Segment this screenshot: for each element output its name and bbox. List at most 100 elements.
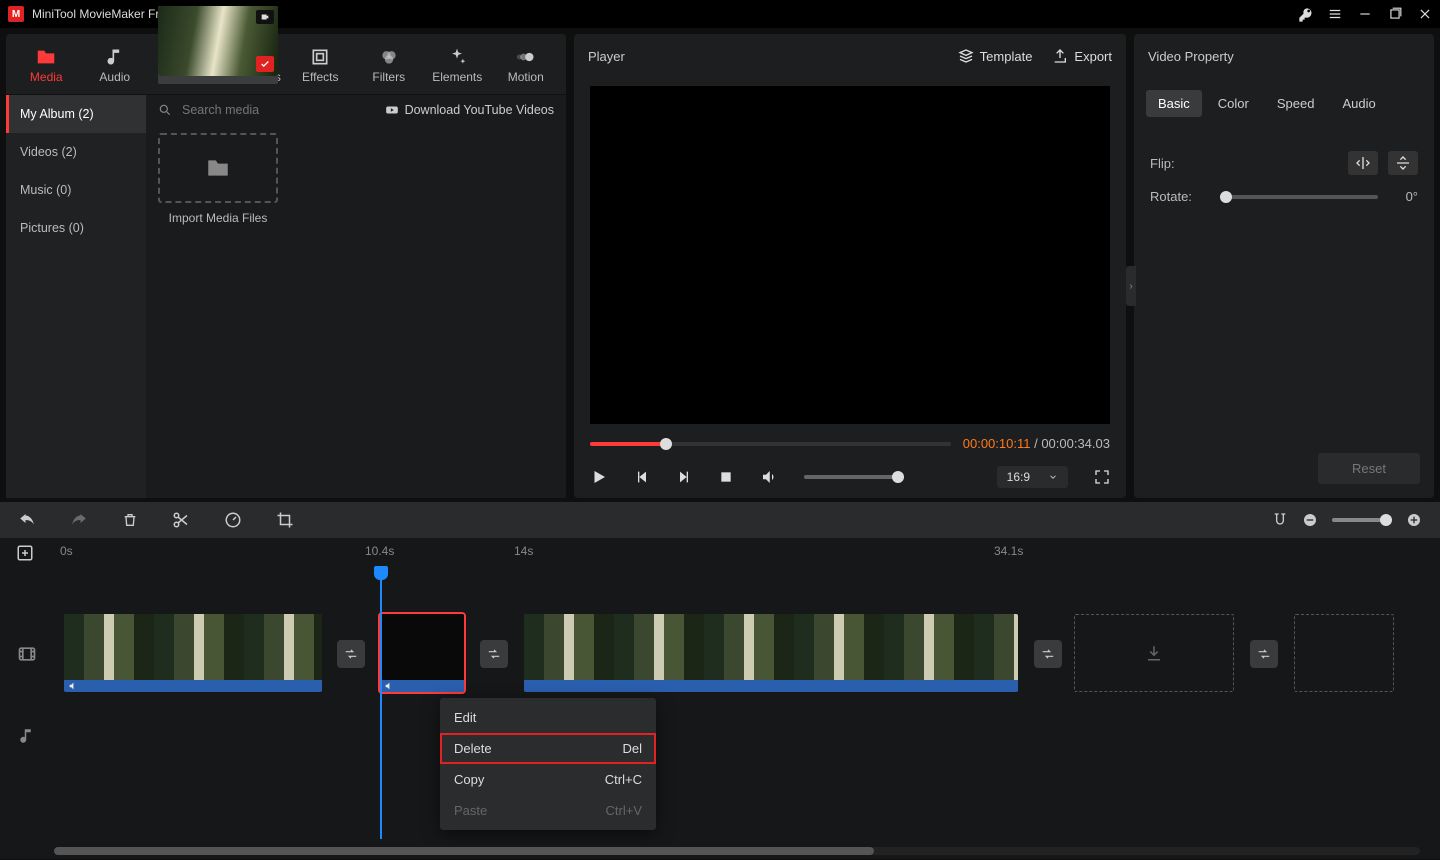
search-input[interactable] xyxy=(182,103,375,117)
time-sep: / xyxy=(1030,436,1041,451)
tab-label: Audio xyxy=(99,70,130,84)
playback-scrubber[interactable] xyxy=(590,442,951,446)
ctx-edit[interactable]: Edit xyxy=(440,702,656,733)
timeline-ruler[interactable]: 0s 10.4s 14s 34.1s xyxy=(0,538,1440,568)
prop-tab-basic[interactable]: Basic xyxy=(1146,90,1202,117)
tab-elements[interactable]: Elements xyxy=(425,40,490,94)
timeline-clip-1[interactable] xyxy=(64,614,322,692)
redo-button[interactable] xyxy=(70,511,88,529)
volume-slider[interactable] xyxy=(804,475,904,479)
tab-label: Media xyxy=(30,70,63,84)
prop-tab-audio[interactable]: Audio xyxy=(1330,90,1387,117)
delete-button[interactable] xyxy=(122,512,138,528)
transition-slot-1[interactable] xyxy=(337,640,365,668)
chevron-down-icon xyxy=(1048,472,1058,482)
rotate-label: Rotate: xyxy=(1150,189,1210,204)
fullscreen-button[interactable] xyxy=(1094,469,1110,485)
video-badge-icon xyxy=(256,10,274,24)
add-track-button[interactable] xyxy=(16,544,34,562)
transition-slot-3[interactable] xyxy=(1034,640,1062,668)
prop-tab-speed[interactable]: Speed xyxy=(1265,90,1327,117)
added-check-icon xyxy=(256,56,274,72)
preview-stage[interactable] xyxy=(590,86,1110,424)
search-icon xyxy=(158,103,172,117)
ruler-tick: 0s xyxy=(60,544,73,558)
tool-tabs: Media Audio Text Transitions Effects Fil… xyxy=(6,34,566,94)
tab-effects[interactable]: Effects xyxy=(288,40,353,94)
media-panel: Media Audio Text Transitions Effects Fil… xyxy=(6,34,566,498)
ctx-paste: Paste Ctrl+V xyxy=(440,795,656,826)
album-music[interactable]: Music (0) xyxy=(6,171,146,209)
folder-icon xyxy=(14,44,79,70)
split-button[interactable] xyxy=(172,511,190,529)
ctx-label: Copy xyxy=(454,772,484,787)
prev-frame-button[interactable] xyxy=(634,469,650,485)
filters-icon xyxy=(357,44,422,70)
video-track-icon xyxy=(0,644,54,664)
hamburger-menu-icon[interactable] xyxy=(1328,7,1342,21)
export-label: Export xyxy=(1074,49,1112,64)
tab-motion[interactable]: Motion xyxy=(494,40,559,94)
player-panel: Player Template Export 00:00:10:11 / 00:… xyxy=(574,34,1126,498)
ctx-accel: Ctrl+C xyxy=(605,772,642,787)
drop-zone[interactable] xyxy=(1074,614,1234,692)
export-button[interactable]: Export xyxy=(1052,48,1112,64)
play-button[interactable] xyxy=(590,468,608,486)
collapse-handle[interactable]: › xyxy=(1126,266,1136,306)
media-clip-2[interactable]: 2882622-hd_1920_... xyxy=(158,6,278,84)
transition-slot-4[interactable] xyxy=(1250,640,1278,668)
tab-filters[interactable]: Filters xyxy=(357,40,422,94)
reset-button[interactable]: Reset xyxy=(1318,453,1420,484)
timeline-h-scrollbar[interactable] xyxy=(54,847,1420,855)
snap-button[interactable] xyxy=(1272,512,1288,528)
rotate-slider[interactable] xyxy=(1220,195,1378,199)
speed-button[interactable] xyxy=(224,511,242,529)
effects-icon xyxy=(288,44,353,70)
zoom-in-button[interactable] xyxy=(1406,512,1422,528)
ruler-tick: 34.1s xyxy=(994,544,1023,558)
ctx-copy[interactable]: Copy Ctrl+C xyxy=(440,764,656,795)
ctx-label: Edit xyxy=(454,710,476,725)
property-title: Video Property xyxy=(1148,49,1234,64)
tab-media[interactable]: Media xyxy=(14,40,79,94)
tab-label: Motion xyxy=(508,70,544,84)
timeline-clip-2[interactable] xyxy=(380,614,464,692)
window-minimize-icon[interactable] xyxy=(1358,7,1372,21)
volume-icon[interactable] xyxy=(760,468,778,486)
ctx-label: Delete xyxy=(454,741,492,756)
flip-horizontal-button[interactable] xyxy=(1348,151,1378,175)
timeline-area: 0s 10.4s 14s 34.1s xyxy=(0,502,1440,859)
undo-button[interactable] xyxy=(18,511,36,529)
timeline-clip-3[interactable] xyxy=(524,614,1018,692)
ctx-accel: Del xyxy=(622,741,642,756)
speaker-icon xyxy=(384,681,394,691)
time-current: 00:00:10:11 xyxy=(963,436,1031,451)
import-media-tile[interactable]: Import Media Files xyxy=(158,133,278,225)
tab-label: Filters xyxy=(372,70,405,84)
zoom-out-button[interactable] xyxy=(1302,512,1318,528)
flip-label: Flip: xyxy=(1150,156,1210,171)
template-button[interactable]: Template xyxy=(958,48,1033,64)
playhead[interactable] xyxy=(380,568,382,839)
premium-key-icon[interactable] xyxy=(1298,7,1312,21)
tab-audio[interactable]: Audio xyxy=(83,40,148,94)
ctx-label: Paste xyxy=(454,803,487,818)
crop-button[interactable] xyxy=(276,511,294,529)
zoom-slider[interactable] xyxy=(1332,518,1392,522)
album-myalbum[interactable]: My Album (2) xyxy=(6,95,146,133)
download-youtube-button[interactable]: Download YouTube Videos xyxy=(385,103,554,117)
audio-track-icon xyxy=(0,727,54,745)
window-close-icon[interactable] xyxy=(1418,7,1432,21)
ctx-delete[interactable]: Delete Del xyxy=(440,733,656,764)
window-maximize-icon[interactable] xyxy=(1388,7,1402,21)
album-pictures[interactable]: Pictures (0) xyxy=(6,209,146,247)
transition-slot-2[interactable] xyxy=(480,640,508,668)
aspect-ratio-select[interactable]: 16:9 xyxy=(997,466,1068,488)
flip-vertical-button[interactable] xyxy=(1388,151,1418,175)
download-youtube-label: Download YouTube Videos xyxy=(405,103,554,117)
next-frame-button[interactable] xyxy=(676,469,692,485)
drop-zone[interactable] xyxy=(1294,614,1394,692)
prop-tab-color[interactable]: Color xyxy=(1206,90,1261,117)
stop-button[interactable] xyxy=(718,469,734,485)
album-videos[interactable]: Videos (2) xyxy=(6,133,146,171)
